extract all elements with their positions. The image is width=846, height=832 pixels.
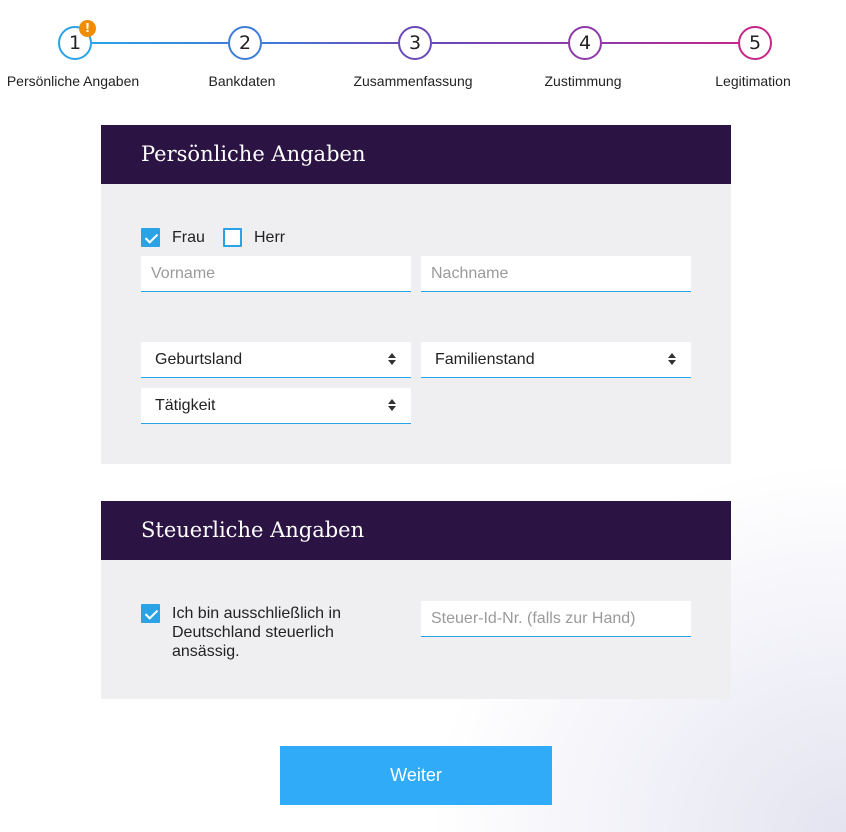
step-2-circle[interactable]: 2 [228, 26, 262, 60]
step-connector-1-2 [92, 42, 230, 44]
step-3-circle[interactable]: 3 [398, 26, 432, 60]
tax-resident-checkbox[interactable] [141, 604, 160, 623]
tax-info-card: Steuerliche Angaben Ich bin ausschließli… [101, 501, 731, 699]
step-connector-3-4 [432, 42, 570, 44]
personal-info-title: Persönliche Angaben [101, 125, 731, 184]
taetigkeit-value: Tätigkeit [155, 397, 216, 414]
taetigkeit-select[interactable]: Tätigkeit [141, 388, 411, 424]
weiter-button[interactable]: Weiter [280, 746, 552, 805]
progress-stepper: 1 ! Persönliche Angaben 2 Bankdaten 3 Zu… [0, 0, 846, 110]
sort-arrows-icon [388, 353, 396, 365]
herr-checkbox[interactable] [223, 228, 242, 247]
tax-resident-label: Ich bin ausschließlich in Deutschland st… [172, 605, 341, 660]
nachname-field [421, 256, 691, 292]
step-5-circle[interactable]: 5 [738, 26, 772, 60]
step-1-label: Persönliche Angaben [6, 73, 140, 89]
step-connector-4-5 [602, 42, 740, 44]
step-4-label: Zustimmung [544, 73, 622, 89]
tax-info-title: Steuerliche Angaben [101, 501, 731, 560]
step-4-circle[interactable]: 4 [568, 26, 602, 60]
vorname-input[interactable] [141, 256, 411, 291]
tax-id-field [421, 601, 691, 637]
familienstand-value: Familienstand [435, 351, 535, 368]
herr-label: Herr [254, 229, 286, 246]
frau-checkbox[interactable] [141, 228, 160, 247]
warning-icon: ! [79, 20, 96, 37]
frau-label: Frau [172, 229, 205, 246]
familienstand-select[interactable]: Familienstand [421, 342, 691, 378]
nachname-input[interactable] [421, 256, 691, 291]
personal-info-card: Persönliche Angaben Frau Herr Geburtslan… [101, 125, 731, 464]
vorname-field [141, 256, 411, 292]
tax-id-input[interactable] [421, 601, 691, 636]
sort-arrows-icon [388, 399, 396, 411]
sort-arrows-icon [668, 353, 676, 365]
step-connector-2-3 [262, 42, 400, 44]
step-5-label: Legitimation [715, 73, 791, 89]
step-2-label: Bankdaten [208, 73, 276, 89]
geburtsland-select[interactable]: Geburtsland [141, 342, 411, 378]
geburtsland-value: Geburtsland [155, 351, 243, 368]
step-3-label: Zusammenfassung [353, 73, 473, 89]
